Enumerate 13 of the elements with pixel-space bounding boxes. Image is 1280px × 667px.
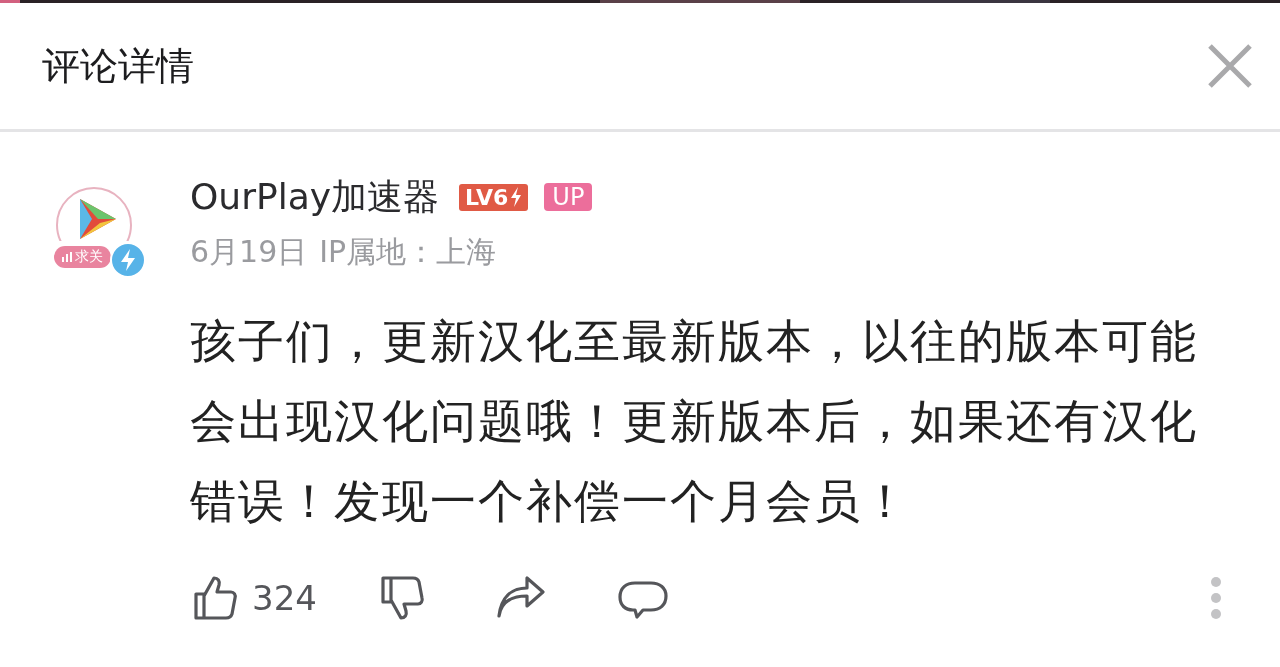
header-title: 评论详情	[42, 42, 194, 90]
author-name[interactable]: OurPlay加速器	[190, 172, 440, 222]
tag-text: 求关	[75, 248, 103, 266]
comment-text: 孩子们，更新汉化至最新版本，以往的版本可能会出现汉化问题哦！更新版本后，如果还有汉化错误！发现一个补偿一个月会员！	[190, 313, 1199, 530]
up-badge: UP	[544, 183, 593, 211]
lightning-badge-icon	[110, 242, 146, 278]
signal-bars-icon	[62, 252, 72, 262]
level-badge: LV6	[459, 183, 529, 211]
like-button[interactable]: 324	[190, 574, 317, 622]
ip-location: IP属地：上海	[319, 233, 497, 271]
comment-date: 6月19日	[190, 233, 308, 271]
lightning-icon	[510, 187, 523, 207]
play-logo-icon	[78, 197, 118, 241]
